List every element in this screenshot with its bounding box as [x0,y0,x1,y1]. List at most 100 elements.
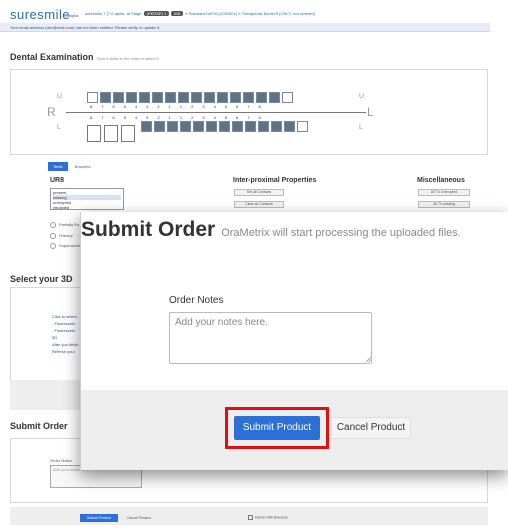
radio-primary[interactable]: Primary [50,233,73,239]
tooth-number: 8 [90,104,93,109]
tooth-ur1[interactable] [178,92,189,103]
tooth-lr4[interactable] [154,121,165,132]
tooth-title: UR8 [50,177,65,184]
tooth-ul7[interactable] [269,92,280,103]
tooth-lr2[interactable] [180,121,191,132]
submit-order-modal: Submit Order OraMetrix will start process… [80,212,508,470]
tooth-number: 6 [112,104,115,109]
modal-subtitle: OraMetrix will start processing the uplo… [221,227,461,239]
dental-exam-title: Dental Examination Click a tooth in the c… [10,52,160,62]
tooth-number: 8 [90,115,93,120]
cancel-product-button[interactable]: Cancel Product [331,417,411,439]
tooth-number: 4 [213,104,216,109]
dental-exam-hint: Click a tooth in the chart to select it. [96,56,160,61]
order-notes-label-bg: Order Notes [50,458,72,463]
tooth-ll2[interactable] [219,121,230,132]
tooth-ur2[interactable] [165,92,176,103]
tooth-number: 5 [224,104,228,109]
inter-proximal-title: Inter-proximal Properties [233,177,317,184]
tooth-ur4[interactable] [139,92,150,103]
tooth-ur5[interactable] [126,92,137,103]
tooth-ll3[interactable] [232,121,243,132]
set-all-contacts-button[interactable]: Set all Contacts [234,189,284,196]
tooth-ur7[interactable] [100,92,111,103]
tooth-number: 4 [134,115,138,120]
tooth-ul6[interactable] [256,92,267,103]
upper-teeth-row [87,92,293,103]
tooth-number: 6 [112,115,115,120]
upper-tooth-numbers: 8 7 6 5 4 3 2 1 1 2 3 4 5 6 7 8 [90,104,261,109]
tooth-ul8[interactable] [282,92,293,103]
breadcrumb: suresmile 7 (7.0 alpha, at Stage (PERSP)… [85,11,315,16]
tooth-status-list[interactable]: present missing unerupted impacted [50,188,124,210]
tooth-lr1[interactable] [193,121,204,132]
tooth-number: 1 [168,104,171,109]
instruction-line: After you finish [52,342,79,347]
tooth-number: 4 [134,104,138,109]
breadcrumb-patient[interactable]: Standard DePIn (C000001) [189,11,237,16]
lower-label: L [57,124,61,131]
tooth-number: 2 [191,104,194,109]
tooth-number: 5 [123,104,126,109]
tooth-number: 7 [247,104,250,109]
list-item[interactable]: impacted [53,205,121,210]
instruction-line: - Fluorescein 3D [52,328,76,340]
tooth-ur3[interactable] [152,92,163,103]
tooth-number: 6 [236,104,239,109]
tooth-ll4[interactable] [245,121,256,132]
tooth-ul2[interactable] [204,92,215,103]
tooth-lr3[interactable] [167,121,178,132]
tooth-ll7[interactable] [284,121,295,132]
all-7s-missing-button[interactable]: All 7's missing [418,201,470,208]
right-side-label: R [47,105,56,119]
resize-grip-icon[interactable] [365,356,371,362]
breadcrumb-app[interactable]: suresmile 7 (7.0 alpha, at Stage [85,11,141,16]
submit-product-button-bg[interactable]: Submit Product [80,514,118,522]
miscellaneous-title: Miscellaneous [417,177,465,184]
tooth-ul4[interactable] [230,92,241,103]
tab-brackets[interactable]: Brackets [72,162,94,171]
tooth-lr5[interactable] [141,121,152,132]
instruction-line: Click to select [52,314,77,319]
tooth-lr7[interactable] [104,125,118,142]
tooth-ul5[interactable] [243,92,254,103]
tooth-ll8[interactable] [297,121,308,132]
email-verify-alert: Your email address (dev@mail.com) has no… [0,23,490,32]
tooth-ll1[interactable] [206,121,217,132]
tooth-ur6[interactable] [113,92,124,103]
deliver-with-brackets-checkbox[interactable]: Deliver with Brackets [248,515,288,520]
cancel-product-button-bg[interactable]: Cancel Product [122,514,156,522]
tooth-number: 5 [224,115,228,120]
tooth-ul1[interactable] [191,92,202,103]
upper-label: U [57,93,63,100]
tooth-ul3[interactable] [217,92,228,103]
breadcrumb-model[interactable]: Therapeutic Model 5 (CBCT, not ordered) [242,11,315,16]
tooth-number: 8 [258,115,261,120]
tooth-ll6[interactable] [271,121,282,132]
stage-pill-2: IIIB [171,11,184,16]
tab-teeth[interactable]: Teeth [48,162,68,171]
exam-tabs: Teeth Brackets [48,162,93,171]
lower-teeth-row [141,121,308,132]
tooth-number: 7 [101,104,104,109]
all-7s-unerupted-button[interactable]: All 7's Unerupted [418,189,470,196]
tooth-lr8[interactable] [87,125,101,142]
tooth-ur8[interactable] [87,92,98,103]
select-3d-title: Select your 3D [10,274,73,284]
instruction-line: Refresh your [52,349,75,354]
tooth-ll5[interactable] [258,121,269,132]
version-label: 7.0.alpha [62,13,79,18]
tooth-lr6[interactable] [121,125,135,142]
tooth-number: 2 [191,115,194,120]
select-3d-instructions: Click to select - Fluorescein - Fluoresc… [52,313,80,355]
clear-all-contacts-button[interactable]: Clear all Contacts [234,201,284,208]
breadcrumb-sep: » [185,11,188,16]
order-notes-textarea[interactable] [169,312,372,364]
lower-tooth-numbers: 8 7 6 5 4 3 2 1 1 2 3 4 5 6 7 8 [90,115,261,120]
submit-order-section-title: Submit Order [10,421,68,431]
tooth-number: 7 [101,115,104,120]
modal-title: Submit Order OraMetrix will start process… [81,218,461,242]
submit-product-button[interactable]: Submit Product [234,416,320,440]
tooth-number: 3 [202,115,205,120]
tooth-number: 1 [179,115,183,120]
